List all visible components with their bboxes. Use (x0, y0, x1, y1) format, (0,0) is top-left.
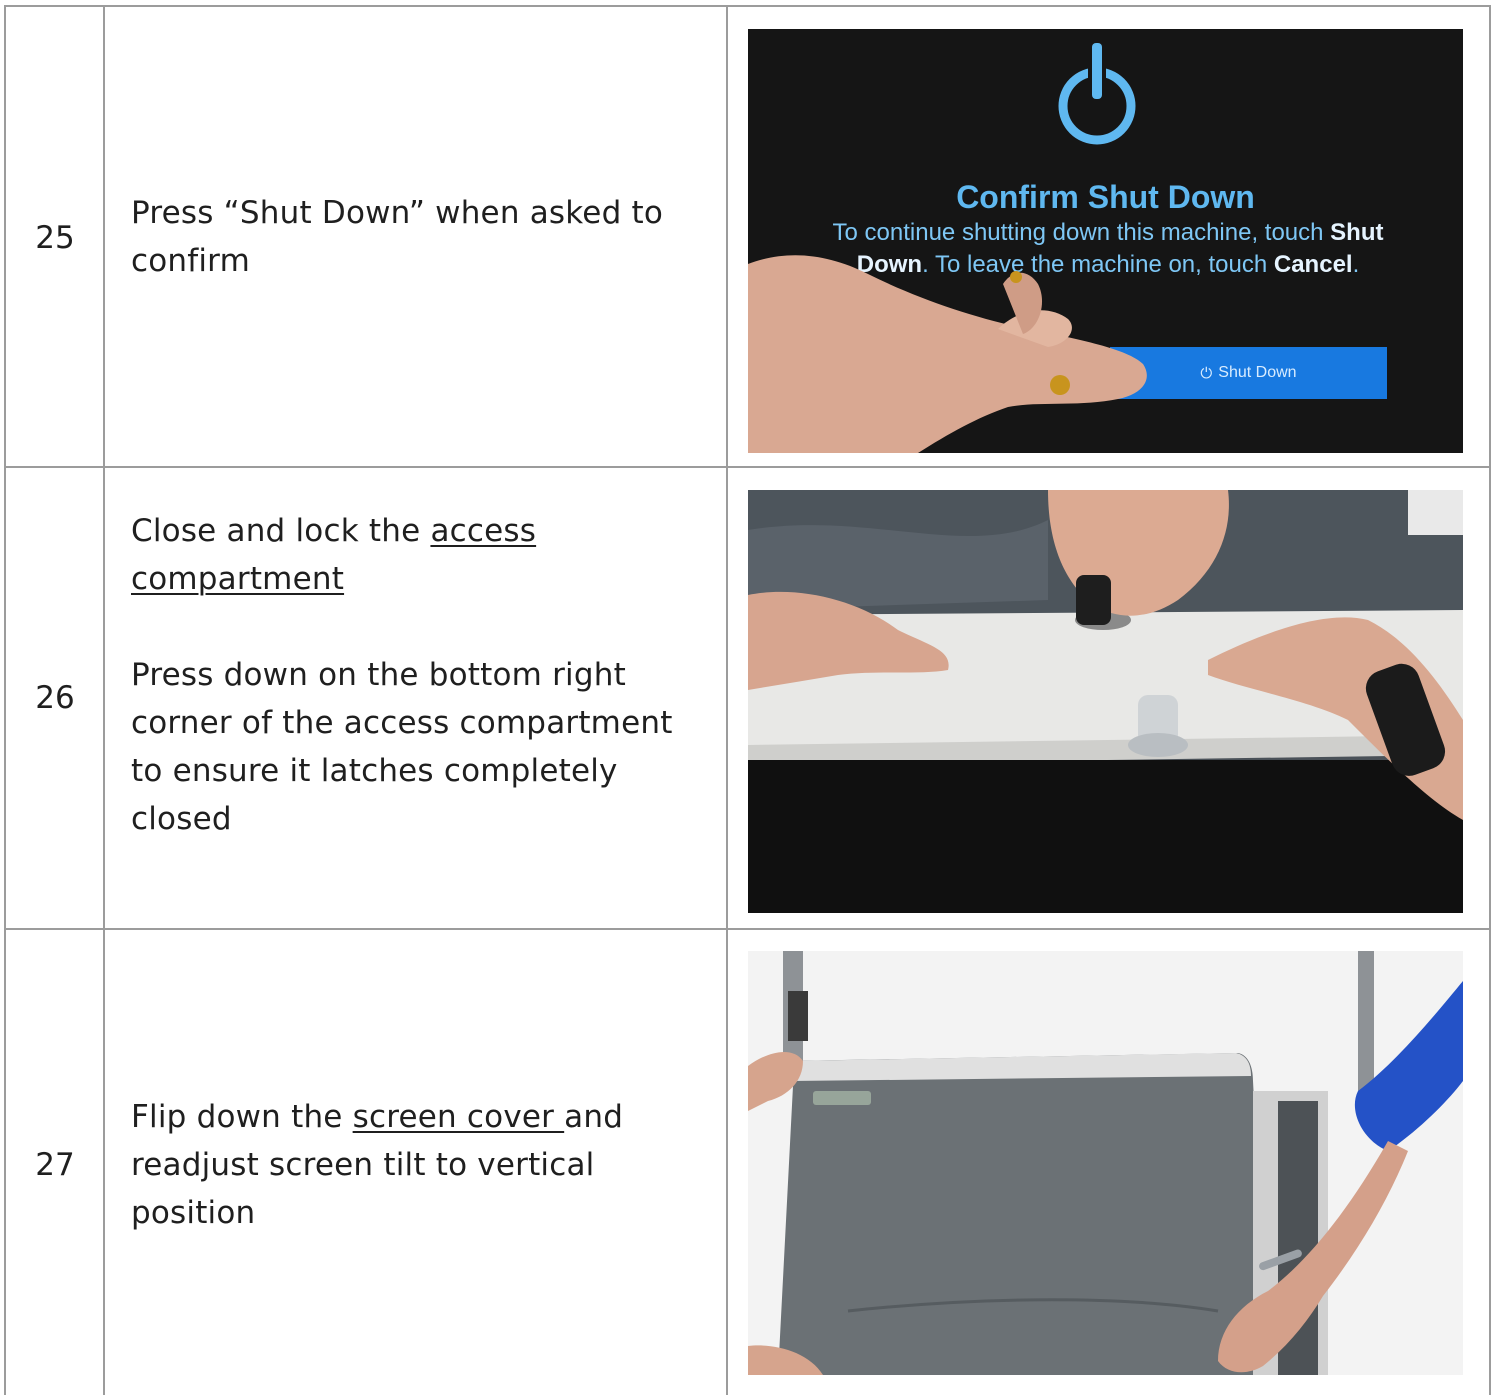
table-border-top (4, 5, 1491, 7)
step-text: Press “Shut Down” when asked to confirm (131, 195, 664, 279)
compartment-illustration (748, 490, 1463, 913)
access-compartment-photo (748, 490, 1463, 913)
table-border-right (1489, 5, 1491, 1395)
screen-cover-illustration (748, 951, 1463, 1375)
screen-cover-link[interactable]: screen cover (353, 1099, 565, 1135)
step-instruction: Press “Shut Down” when asked to confirm (131, 189, 711, 285)
step-instruction: Flip down the screen cover and readjust … (131, 1093, 711, 1237)
step-instruction-detail: Press down on the bottom right corner of… (131, 657, 673, 837)
step-number: 27 (35, 1147, 75, 1183)
screen-cover-photo (748, 951, 1463, 1375)
table-column-divider-2 (726, 5, 728, 1395)
step-instruction: Close and lock the access compartment (131, 507, 711, 603)
step-number: 26 (35, 680, 75, 716)
step-number: 25 (35, 220, 75, 256)
shutdown-screen-photo: Confirm Shut Down To continue shutting d… (748, 29, 1463, 453)
table-row-divider-2 (4, 928, 1491, 930)
table-row-divider-1 (4, 466, 1491, 468)
step-text: Close and lock the (131, 513, 431, 549)
step-text: Flip down the (131, 1099, 353, 1135)
hand-illustration (748, 255, 1147, 453)
